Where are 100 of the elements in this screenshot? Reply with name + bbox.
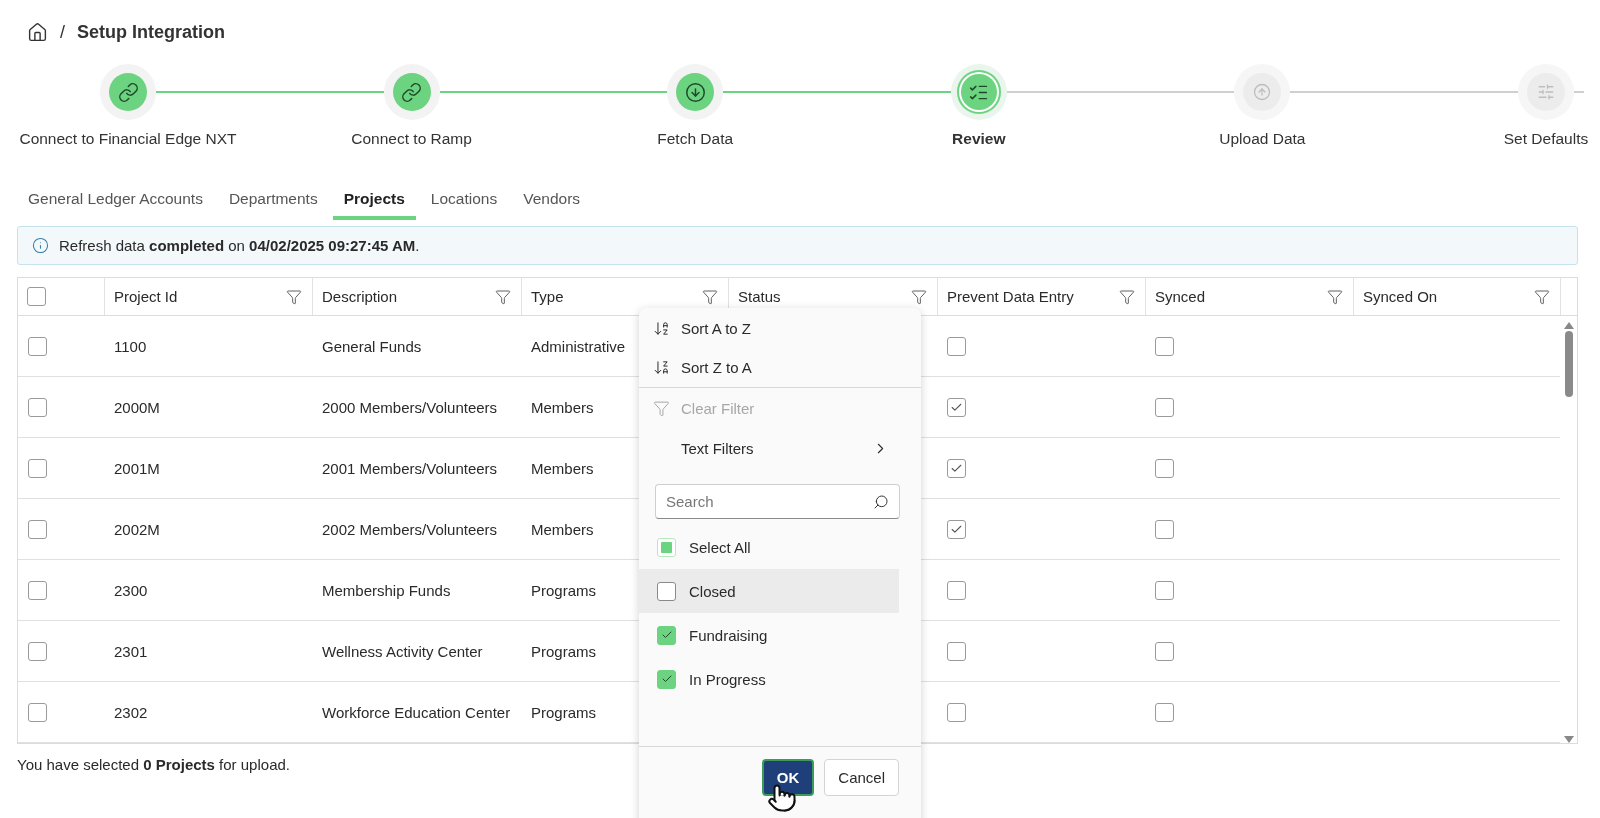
option-label: Select All (689, 538, 751, 556)
step-label: Review (952, 130, 1006, 148)
table-cell-text: Members (531, 519, 594, 540)
table-cell-text: Members (531, 397, 594, 418)
tab[interactable]: Projects (332, 184, 416, 220)
filter-icon[interactable] (1534, 288, 1550, 305)
cancel-button[interactable]: Cancel (824, 759, 899, 796)
table-cell-text: Programs (531, 641, 597, 662)
menu-item[interactable]: Text Filters (639, 428, 921, 468)
checkbox[interactable] (947, 519, 966, 539)
info-icon (32, 237, 49, 254)
filter-option[interactable]: Closed (639, 569, 899, 613)
search-icon (873, 493, 889, 510)
step-label: Set Defaults (1503, 130, 1589, 148)
tab[interactable]: Locations (419, 184, 509, 220)
menu-item[interactable]: Sort A to Z (639, 308, 921, 348)
row-checkbox[interactable] (28, 641, 47, 661)
sort-ascending-icon (653, 319, 670, 337)
table-cell-text: 2301 (114, 641, 148, 662)
checkbox[interactable] (947, 580, 966, 600)
home-icon[interactable] (27, 21, 48, 43)
search-field[interactable]: Search (655, 484, 900, 519)
table-cell-text: Members (531, 458, 594, 479)
checkbox[interactable] (657, 625, 676, 645)
column-header[interactable]: Project Id (114, 288, 178, 305)
checkbox[interactable] (947, 397, 966, 417)
sliders-icon (1536, 83, 1555, 101)
checkbox[interactable] (947, 702, 966, 722)
table-cell-text: Membership Funds (322, 580, 451, 601)
checkbox[interactable] (1155, 458, 1174, 478)
step-label: Connect to Financial Edge NXT (19, 130, 237, 148)
checkbox[interactable] (657, 581, 676, 601)
hand-cursor-icon (767, 783, 797, 813)
filter-icon[interactable] (1327, 288, 1343, 305)
filter-icon[interactable] (1119, 288, 1135, 305)
table-cell-text: 2302 (114, 702, 148, 723)
tab[interactable]: Departments (217, 184, 329, 220)
option-label: In Progress (689, 670, 766, 688)
step-label: Upload Data (1219, 130, 1306, 148)
option-label: Closed (689, 582, 736, 600)
download-icon (684, 81, 706, 103)
sort-descending-icon (653, 359, 670, 376)
table-cell-text: 1100 (114, 336, 147, 357)
selection-summary: You have selected 0 Projects for upload. (17, 756, 291, 773)
link-icon (117, 81, 139, 103)
filter-icon[interactable] (286, 288, 302, 305)
page-title: Setup Integration (77, 21, 225, 43)
ok-button[interactable]: OK (761, 759, 815, 796)
menu-item[interactable]: Sort Z to A (639, 348, 921, 388)
table-cell-text: Programs (531, 580, 597, 601)
table-cell-text: 2002 Members/Volunteers (322, 519, 498, 540)
checkbox[interactable] (1155, 702, 1174, 722)
column-header[interactable]: Description (322, 288, 398, 305)
filter-icon (653, 399, 670, 417)
checkbox[interactable] (1155, 336, 1174, 356)
info-message: Refresh data completed on 04/02/2025 09:27:45 AM. (59, 237, 420, 254)
table-cell-text: General Funds (322, 336, 422, 357)
table-cell-text: Administrative (531, 336, 626, 357)
table-cell-text: Programs (531, 702, 597, 723)
row-checkbox[interactable] (28, 336, 47, 356)
step-label: Fetch Data (657, 130, 734, 148)
breadcrumb-separator: / (60, 21, 65, 43)
row-checkbox[interactable] (28, 580, 47, 600)
column-header[interactable]: Synced (1155, 288, 1206, 305)
table-cell-text: 2001 Members/Volunteers (322, 458, 498, 479)
table-cell-text: Workforce Education Center (322, 702, 511, 723)
column-header[interactable]: Status (738, 288, 781, 305)
row-checkbox[interactable] (28, 702, 47, 722)
table-cell-text: Wellness Activity Center (322, 641, 483, 662)
checkbox[interactable] (1155, 519, 1174, 539)
table-cell-text: 2000M (114, 397, 160, 418)
filter-icon[interactable] (702, 288, 718, 305)
table-cell-text: 2001M (114, 458, 160, 479)
row-checkbox[interactable] (28, 397, 47, 417)
upload-icon (1253, 83, 1272, 101)
checkbox[interactable] (1155, 397, 1174, 417)
checkbox[interactable] (947, 458, 966, 478)
table-cell-text: 2300 (114, 580, 148, 601)
checkbox[interactable] (947, 641, 966, 661)
filter-icon[interactable] (495, 288, 511, 305)
row-checkbox[interactable] (28, 519, 47, 539)
tab[interactable]: Vendors (512, 184, 592, 220)
checkbox[interactable] (947, 336, 966, 356)
check-icon (660, 673, 673, 685)
column-header[interactable]: Prevent Data Entry (947, 288, 1074, 305)
step-label: Connect to Ramp (351, 130, 472, 148)
checkbox[interactable] (1155, 580, 1174, 600)
column-header[interactable]: Synced On (1363, 288, 1438, 305)
table-cell-text: 2002M (114, 519, 160, 540)
column-header[interactable]: Type (531, 288, 564, 305)
row-checkbox[interactable] (28, 458, 47, 478)
table-cell-text: 2000 Members/Volunteers (322, 397, 498, 418)
check-icon (660, 629, 673, 641)
select-all-checkbox[interactable] (27, 287, 46, 306)
tab[interactable]: General Ledger Accounts (17, 184, 214, 220)
link-icon (401, 81, 423, 103)
filter-icon[interactable] (911, 288, 927, 305)
option-label: Fundraising (689, 626, 768, 644)
checkbox[interactable] (1155, 641, 1174, 661)
checkbox[interactable] (657, 669, 676, 689)
